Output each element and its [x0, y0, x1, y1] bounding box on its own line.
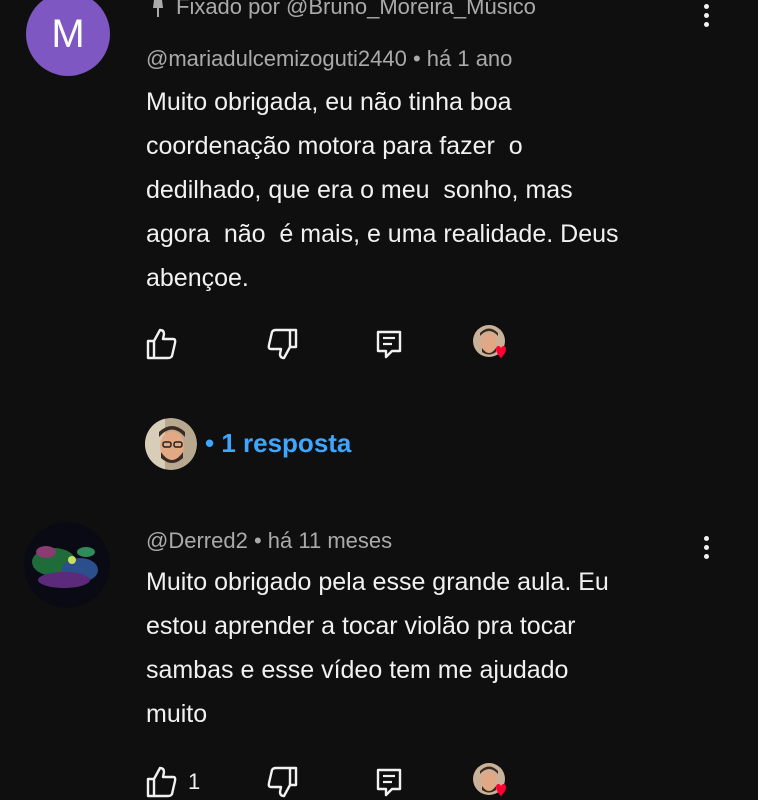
- author-avatar-2[interactable]: [24, 522, 110, 608]
- comment-line: coordenação motora para fazer o: [146, 132, 523, 160]
- dislike-icon[interactable]: [265, 327, 299, 361]
- comment-text-2: Muito obrigado pela esse grande aula. Eu…: [146, 560, 609, 736]
- creator-heart-icon-2: [473, 763, 506, 797]
- comment-time[interactable]: há 1 ano: [427, 46, 513, 71]
- comment-line: muito: [146, 700, 208, 728]
- replies-label: 1 resposta: [221, 428, 352, 458]
- avatar-image: [24, 522, 110, 608]
- comment-meta: @mariadulcemizoguti2440 • há 1 ano: [146, 46, 512, 72]
- replies-dot: •: [205, 428, 222, 458]
- author-avatar[interactable]: M: [26, 0, 110, 76]
- replies-link[interactable]: • 1 resposta: [205, 428, 351, 459]
- like-icon-2[interactable]: [145, 765, 179, 799]
- more-options-icon[interactable]: [696, 0, 716, 30]
- avatar-letter: M: [51, 11, 85, 56]
- more-options-icon-2[interactable]: [696, 532, 716, 562]
- dislike-icon-2[interactable]: [265, 765, 299, 799]
- comment-line: abençoe.: [146, 264, 249, 292]
- comment-line: sambas e esse vídeo tem me ajudado: [146, 656, 569, 684]
- comments-screen: M Fixado por @Bruno_Moreira_Músico @mari…: [0, 0, 758, 800]
- like-icon[interactable]: [145, 327, 179, 361]
- creator-heart-icon: [473, 325, 506, 359]
- meta-separator: •: [412, 46, 427, 71]
- creator-avatar[interactable]: [145, 418, 197, 470]
- reply-icon[interactable]: [372, 327, 406, 361]
- comment-line: estou aprender a tocar violão pra tocar: [146, 612, 576, 640]
- pin-icon: [153, 0, 163, 17]
- like-count: 1: [188, 769, 201, 794]
- comment-meta-2: @Derred2 • há 11 meses: [146, 528, 392, 554]
- comment-time-2[interactable]: há 11 meses: [268, 528, 392, 553]
- comment-text: Muito obrigada, eu não tinha boa coordena…: [146, 80, 619, 300]
- comment-line: agora não é mais, e uma realidade. Deus: [146, 220, 619, 248]
- edge-strip: [758, 0, 768, 800]
- comment-author-2[interactable]: @Derred2: [146, 528, 248, 553]
- pinned-label: Fixado por @Bruno_Moreira_Músico: [150, 0, 536, 20]
- comment-line: Muito obrigado pela esse grande aula. Eu: [146, 568, 609, 596]
- meta-separator: •: [253, 528, 268, 553]
- pinned-text: Fixado por @Bruno_Moreira_Músico: [176, 0, 536, 19]
- comment-author[interactable]: @mariadulcemizoguti2440: [146, 46, 407, 71]
- comment-line: Muito obrigada, eu não tinha boa: [146, 88, 512, 116]
- comment-line: dedilhado, que era o meu sonho, mas: [146, 176, 573, 204]
- reply-icon-2[interactable]: [372, 765, 406, 799]
